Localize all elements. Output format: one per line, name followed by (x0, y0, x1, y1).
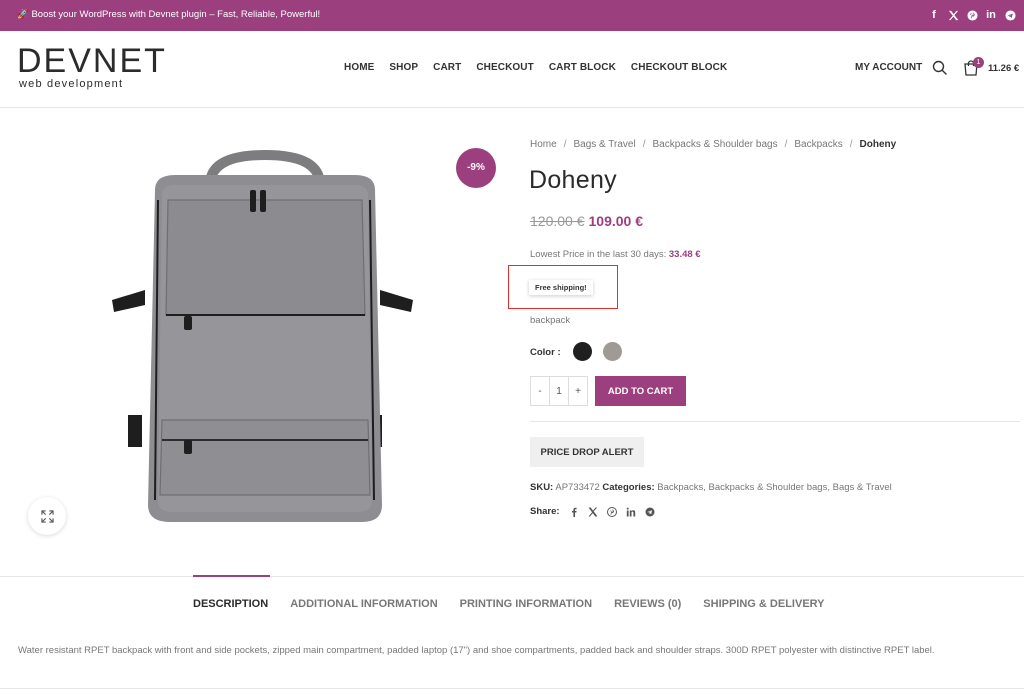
color-swatch-black[interactable] (573, 342, 592, 361)
nav-shop[interactable]: SHOP (389, 62, 418, 73)
site-header: DEVNET web development HOME SHOP CART CH… (0, 31, 1024, 108)
category-link-bags-travel[interactable]: Bags & Travel (833, 482, 892, 493)
linkedin-icon[interactable]: in (985, 8, 997, 22)
product-title: Doheny (529, 166, 617, 194)
sale-price: 109.00 € (588, 213, 644, 229)
nav-checkout-block[interactable]: CHECKOUT BLOCK (631, 62, 727, 73)
description-text: Water resistant RPET backpack with front… (18, 645, 935, 656)
tab-shipping-delivery[interactable]: SHIPPING & DELIVERY (703, 598, 824, 610)
old-price: 120.00 € (530, 213, 585, 229)
breadcrumb: Home / Bags & Travel / Backpacks & Shoulde… (530, 139, 897, 150)
color-swatch-grey[interactable] (603, 342, 622, 361)
quantity-plus-button[interactable]: + (569, 377, 587, 405)
quantity-stepper: - 1 + (530, 376, 588, 406)
product-tabs: DESCRIPTION ADDITIONAL INFORMATION PRINT… (193, 598, 825, 610)
add-to-cart-button[interactable]: ADD TO CART (595, 376, 686, 406)
share-x-icon[interactable] (588, 507, 598, 517)
sale-badge: -9% (456, 148, 496, 188)
breadcrumb-bags-travel[interactable]: Bags & Travel (573, 139, 635, 150)
tab-printing-information[interactable]: PRINTING INFORMATION (460, 598, 592, 610)
sku-value: AP733472 (555, 482, 600, 493)
product-price: 120.00 € 109.00 € (530, 213, 643, 229)
main-nav: HOME SHOP CART CHECKOUT CART BLOCK CHECK… (344, 62, 727, 73)
category-link-backpacks-shoulder[interactable]: Backpacks & Shoulder bags (709, 482, 828, 493)
price-drop-alert-button[interactable]: PRICE DROP ALERT (530, 437, 644, 467)
share-pinterest-icon[interactable] (606, 506, 617, 517)
quantity-input[interactable]: 1 (549, 377, 569, 405)
product-meta: SKU: AP733472 Categories: Backpacks, Bac… (530, 482, 892, 493)
free-shipping-tag: Free shipping! (529, 280, 593, 295)
logo-text: DEVNET (17, 42, 167, 80)
lowest-price-value: 33.48 € (668, 249, 701, 260)
category-link-backpacks[interactable]: Backpacks (657, 482, 703, 493)
x-icon[interactable] (947, 8, 959, 22)
promo-text: 🚀 Boost your WordPress with Devnet plugi… (17, 9, 321, 20)
breadcrumb-current: Doheny (859, 139, 897, 150)
active-tab-indicator (193, 575, 270, 577)
sku-label: SKU: (530, 482, 554, 493)
my-account-link[interactable]: MY ACCOUNT (855, 62, 922, 73)
bottom-divider (0, 688, 1024, 689)
quantity-minus-button[interactable]: - (531, 377, 549, 405)
lowest-price-label: Lowest Price in the last 30 days: (530, 249, 667, 260)
tab-reviews[interactable]: REVIEWS (0) (614, 598, 681, 610)
zoom-icon[interactable] (28, 497, 66, 535)
share-row: Share: (530, 506, 655, 517)
categories-label: Categories: (602, 482, 655, 493)
social-links: f in (928, 8, 1016, 22)
nav-home[interactable]: HOME (344, 62, 374, 73)
product-image[interactable] (100, 149, 430, 530)
share-linkedin-icon[interactable] (626, 507, 636, 517)
breadcrumb-home[interactable]: Home (530, 139, 557, 150)
top-bar: 🚀 Boost your WordPress with Devnet plugi… (0, 0, 1024, 31)
tab-additional-information[interactable]: ADDITIONAL INFORMATION (290, 598, 437, 610)
facebook-icon[interactable]: f (928, 8, 940, 22)
nav-cart[interactable]: CART (433, 62, 461, 73)
pinterest-icon[interactable] (966, 8, 978, 22)
short-description: backpack (530, 315, 571, 326)
color-label: Color : (530, 347, 561, 358)
divider (530, 421, 1020, 422)
nav-checkout[interactable]: CHECKOUT (476, 62, 533, 73)
breadcrumb-backpacks-shoulder[interactable]: Backpacks & Shoulder bags (653, 139, 778, 150)
site-logo[interactable]: DEVNET web development (17, 42, 167, 94)
share-telegram-icon[interactable] (645, 507, 655, 517)
share-label: Share: (530, 506, 560, 517)
cart-total[interactable]: 11.26 € (988, 63, 1019, 74)
nav-cart-block[interactable]: CART BLOCK (549, 62, 616, 73)
breadcrumb-backpacks[interactable]: Backpacks (794, 139, 842, 150)
tab-description[interactable]: DESCRIPTION (193, 598, 268, 610)
telegram-icon[interactable] (1004, 8, 1016, 22)
tabs-divider (0, 576, 1024, 577)
cart-count-badge: 1 (973, 57, 984, 68)
search-icon[interactable] (932, 60, 948, 76)
share-facebook-icon[interactable] (569, 507, 579, 517)
lowest-price-note: Lowest Price in the last 30 days: 33.48 … (530, 249, 701, 260)
